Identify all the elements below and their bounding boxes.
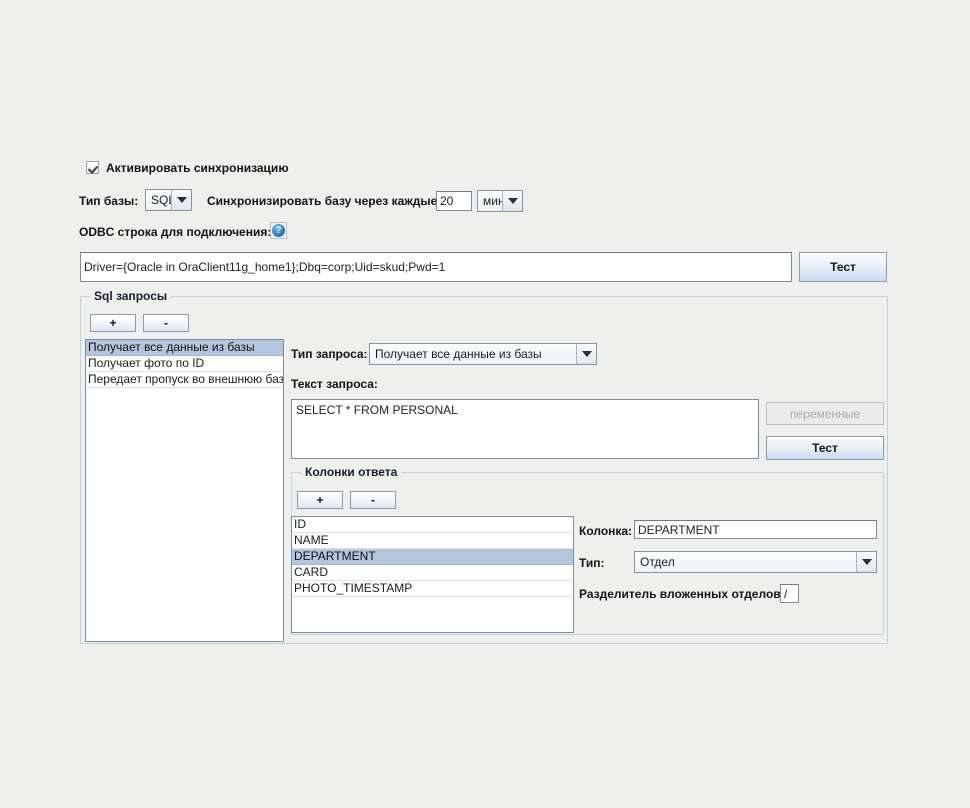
- column-name-label: Колонка:: [579, 524, 633, 538]
- settings-page: Активировать синхронизацию Тип базы: SQL…: [0, 0, 970, 808]
- remove-column-button[interactable]: -: [350, 491, 396, 509]
- column-type-combo[interactable]: Отдел: [634, 551, 877, 573]
- list-item[interactable]: PHOTO_TIMESTAMP: [292, 581, 573, 597]
- chevron-down-icon: [576, 344, 596, 364]
- list-item[interactable]: DEPARTMENT: [292, 549, 573, 565]
- odbc-test-button[interactable]: Тест: [799, 252, 887, 282]
- query-text-area[interactable]: [291, 399, 759, 459]
- list-item[interactable]: NAME: [292, 533, 573, 549]
- activate-sync-checkbox[interactable]: [86, 161, 99, 174]
- column-name-input[interactable]: [634, 520, 877, 539]
- list-item[interactable]: Получает фото по ID: [86, 356, 283, 372]
- query-type-combo-value: Получает все данные из базы: [370, 344, 576, 364]
- queries-list[interactable]: Получает все данные из базы Получает фот…: [85, 339, 284, 642]
- query-type-combo[interactable]: Получает все данные из базы: [369, 343, 597, 365]
- sync-interval-input[interactable]: [436, 191, 472, 211]
- chevron-down-icon: [502, 191, 522, 211]
- odbc-string-label: ODBC строка для подключения:: [79, 225, 272, 239]
- columns-list[interactable]: ID NAME DEPARTMENT CARD PHOTO_TIMESTAMP: [291, 516, 574, 633]
- response-columns-title: Колонки ответа: [301, 465, 402, 479]
- list-item[interactable]: Передает пропуск во внешнюю базу: [86, 372, 283, 388]
- query-test-button[interactable]: Тест: [766, 436, 884, 460]
- column-type-label: Тип:: [579, 556, 605, 570]
- query-text-label: Текст запроса:: [291, 377, 378, 391]
- chevron-down-icon: [171, 190, 191, 210]
- column-type-combo-value: Отдел: [635, 552, 856, 572]
- nested-separator-label: Разделитель вложенных отделов:: [579, 587, 785, 601]
- chevron-down-icon: [856, 552, 876, 572]
- remove-query-button[interactable]: -: [143, 314, 189, 332]
- query-type-label: Тип запроса:: [291, 347, 368, 361]
- list-item[interactable]: ID: [292, 517, 573, 533]
- interval-unit-value: мин: [478, 191, 502, 211]
- help-icon-glyph: ?: [272, 224, 285, 237]
- db-type-label: Тип базы:: [79, 194, 139, 208]
- list-item[interactable]: CARD: [292, 565, 573, 581]
- variables-button[interactable]: переменные: [766, 402, 884, 425]
- sql-queries-title: Sql запросы: [90, 289, 172, 303]
- list-item[interactable]: Получает все данные из базы: [86, 340, 283, 356]
- add-column-button[interactable]: +: [297, 491, 343, 509]
- help-icon[interactable]: ?: [270, 222, 287, 239]
- sync-interval-label: Синхронизировать базу через каждые: [207, 194, 438, 208]
- db-type-combo[interactable]: SQL: [145, 189, 192, 211]
- nested-separator-input[interactable]: [780, 584, 799, 603]
- interval-unit-combo[interactable]: мин: [477, 190, 523, 212]
- odbc-connection-input[interactable]: [80, 252, 792, 282]
- activate-sync-label: Активировать синхронизацию: [106, 160, 289, 175]
- activate-sync-row[interactable]: Активировать синхронизацию: [86, 161, 289, 174]
- db-type-combo-value: SQL: [146, 190, 171, 210]
- add-query-button[interactable]: +: [90, 314, 136, 332]
